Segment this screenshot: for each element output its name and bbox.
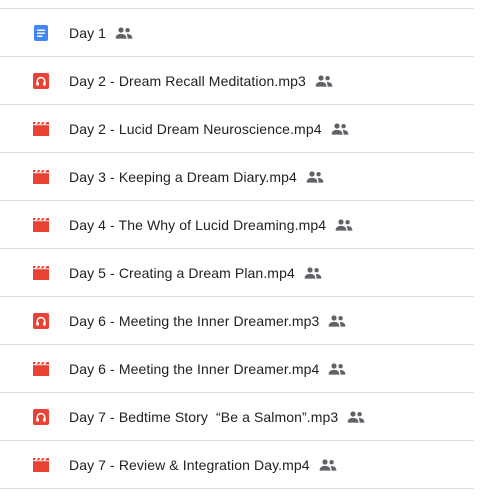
shared-icon [335, 218, 353, 231]
file-name: Day 2 - Lucid Dream Neuroscience.mp4 [69, 120, 322, 137]
file-name: Day 7 - Bedtime Story “Be a Salmon”.mp3 [69, 408, 339, 425]
file-name: Day 4 - The Why of Lucid Dreaming.mp4 [69, 216, 327, 233]
file-row[interactable]: Day 7 - Review & Integration Day.mp4 [0, 441, 474, 489]
file-name: Day 7 - Review & Integration Day.mp4 [69, 456, 310, 473]
audio-file-icon [32, 408, 50, 426]
video-file-icon [32, 120, 50, 138]
file-row[interactable]: Day 3 - Keeping a Dream Diary.mp4 [0, 153, 474, 201]
file-name: Day 3 - Keeping a Dream Diary.mp4 [69, 168, 297, 185]
file-list: Day 1 Day 2 - Dream Recall Meditation.mp… [0, 8, 474, 489]
file-name: Day 1 [69, 24, 107, 41]
file-name: Day 6 - Meeting the Inner Dreamer.mp3 [69, 312, 320, 329]
shared-icon [331, 122, 349, 135]
file-row[interactable]: Day 6 - Meeting the Inner Dreamer.mp4 [0, 345, 474, 393]
video-file-icon [32, 216, 50, 234]
file-row[interactable]: Day 5 - Creating a Dream Plan.mp4 [0, 249, 474, 297]
shared-icon [304, 266, 322, 279]
file-row[interactable]: Day 2 - Dream Recall Meditation.mp3 [0, 57, 474, 105]
file-row[interactable]: Day 6 - Meeting the Inner Dreamer.mp3 [0, 297, 474, 345]
video-file-icon [32, 456, 50, 474]
file-name: Day 5 - Creating a Dream Plan.mp4 [69, 264, 295, 281]
file-row[interactable]: Day 7 - Bedtime Story “Be a Salmon”.mp3 [0, 393, 474, 441]
file-row[interactable]: Day 2 - Lucid Dream Neuroscience.mp4 [0, 105, 474, 153]
file-row[interactable]: Day 4 - The Why of Lucid Dreaming.mp4 [0, 201, 474, 249]
shared-icon [319, 458, 337, 471]
video-file-icon [32, 168, 50, 186]
shared-icon [328, 362, 346, 375]
shared-icon [328, 314, 346, 327]
file-row[interactable]: Day 1 [0, 9, 474, 57]
video-file-icon [32, 264, 50, 282]
file-name: Day 2 - Dream Recall Meditation.mp3 [69, 72, 306, 89]
audio-file-icon [32, 72, 50, 90]
file-name: Day 6 - Meeting the Inner Dreamer.mp4 [69, 360, 320, 377]
audio-file-icon [32, 312, 50, 330]
shared-icon [115, 26, 133, 39]
shared-icon [306, 170, 324, 183]
video-file-icon [32, 360, 50, 378]
shared-icon [315, 74, 333, 87]
shared-icon [347, 410, 365, 423]
google-docs-icon [32, 24, 50, 42]
